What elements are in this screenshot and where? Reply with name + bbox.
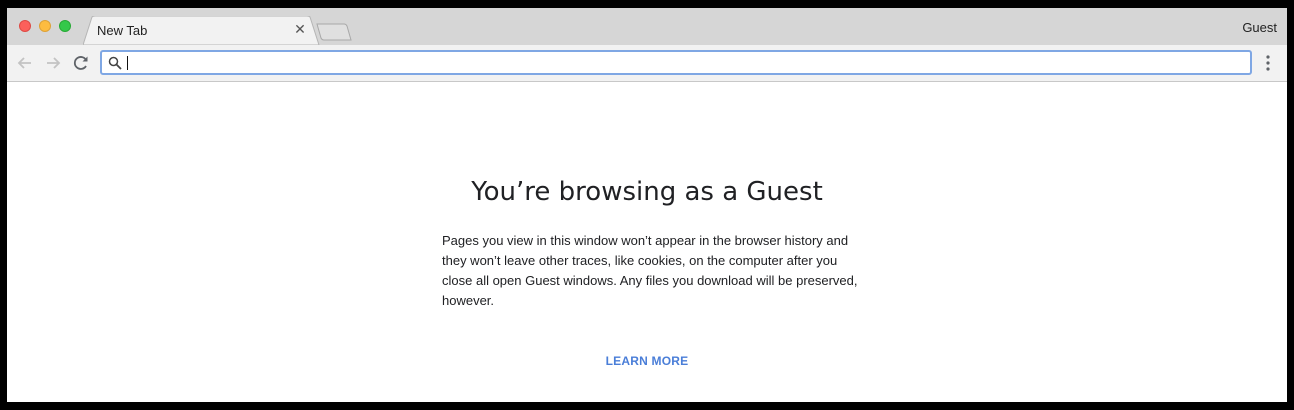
- tab-title: New Tab: [97, 23, 148, 38]
- kebab-menu-icon[interactable]: [1261, 54, 1275, 72]
- tab-new-tab[interactable]: New Tab ✕: [83, 16, 320, 45]
- address-input[interactable]: [126, 54, 1236, 71]
- text-caret: [127, 56, 128, 70]
- reload-icon[interactable]: [71, 53, 91, 73]
- page-title: You’re browsing as a Guest: [471, 177, 823, 207]
- guest-page: You’re browsing as a Guest Pages you vie…: [7, 82, 1287, 402]
- window-close-button[interactable]: [19, 20, 31, 32]
- window-minimize-button[interactable]: [39, 20, 51, 32]
- browser-window: New Tab ✕ Guest You’re browsing as a Gue…: [7, 8, 1287, 402]
- new-tab-button[interactable]: [316, 23, 352, 41]
- omnibox[interactable]: [100, 50, 1252, 75]
- learn-more-link[interactable]: LEARN MORE: [7, 354, 1287, 368]
- title-bar: New Tab ✕ Guest: [7, 8, 1287, 45]
- arrow-left-icon[interactable]: [15, 53, 35, 73]
- window-maximize-button[interactable]: [59, 20, 71, 32]
- search-icon: [108, 56, 122, 70]
- arrow-right-icon[interactable]: [43, 53, 63, 73]
- guest-description: Pages you view in this window won’t appe…: [442, 233, 858, 308]
- tab-close-icon[interactable]: ✕: [293, 22, 307, 36]
- profile-label[interactable]: Guest: [1242, 20, 1277, 35]
- toolbar: [7, 45, 1287, 82]
